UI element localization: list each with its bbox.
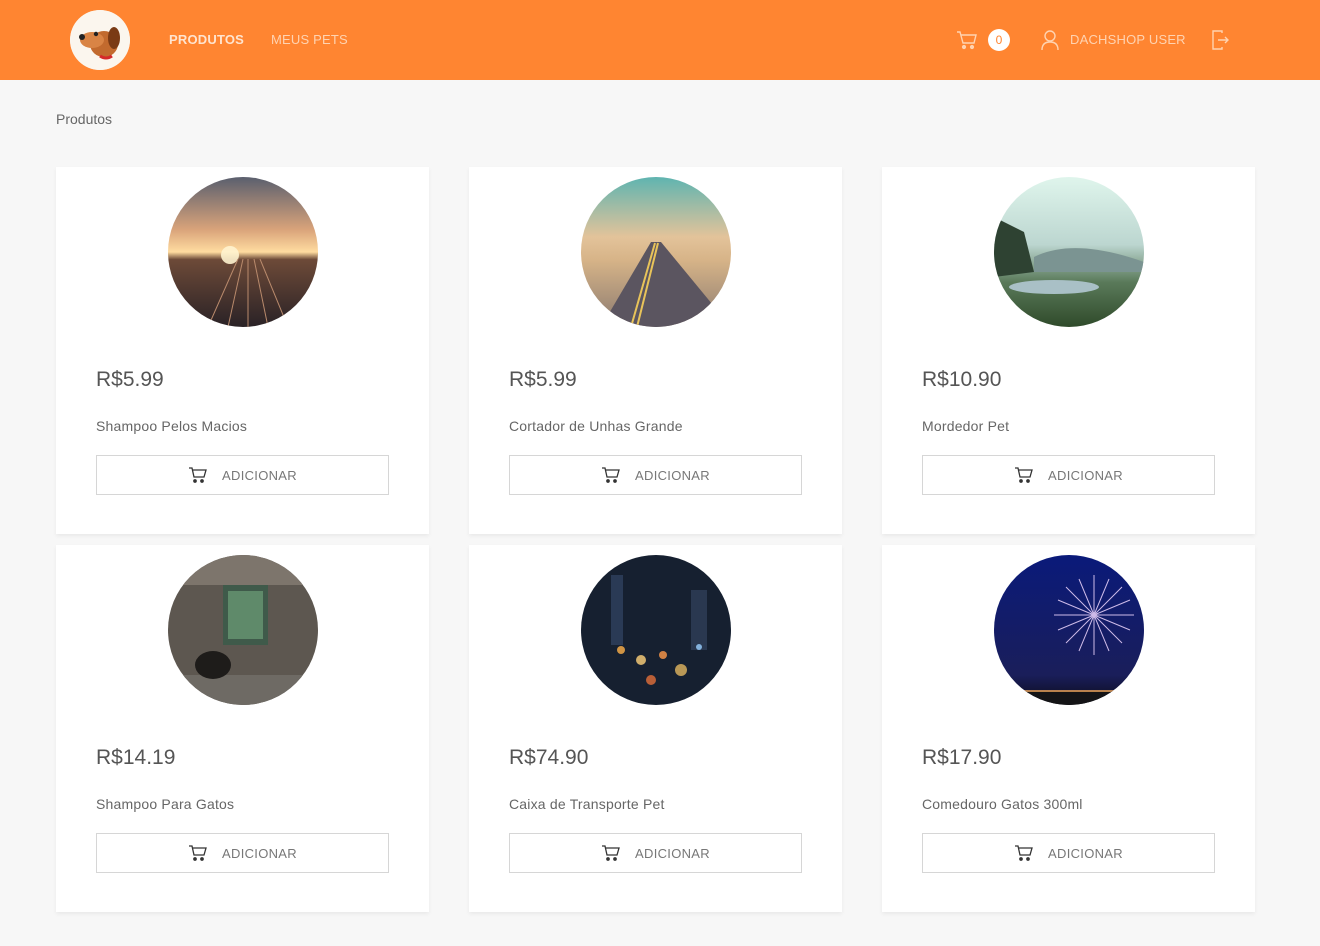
product-image <box>994 555 1144 705</box>
add-button-label: ADICIONAR <box>1048 845 1123 861</box>
add-to-cart-button[interactable]: ADICIONAR <box>96 455 389 495</box>
dachshop-logo[interactable] <box>70 10 130 70</box>
product-image <box>581 555 731 705</box>
add-to-cart-button[interactable]: ADICIONAR <box>922 833 1215 873</box>
logout-icon[interactable] <box>1210 29 1230 51</box>
top-navbar: PRODUTOS MEUS PETS 0 DACHSHOP USER <box>0 0 1320 80</box>
cart-icon <box>602 467 620 483</box>
add-button-label: ADICIONAR <box>1048 467 1123 483</box>
add-button-label: ADICIONAR <box>635 845 710 861</box>
product-price: R$17.90 <box>922 746 1002 769</box>
breadcrumb: Produtos <box>56 111 113 127</box>
product-card: R$5.99 Shampoo Pelos Macios ADICIONAR <box>56 167 429 534</box>
add-button-label: ADICIONAR <box>222 467 297 483</box>
user-icon[interactable] <box>1040 29 1060 51</box>
product-image <box>168 177 318 327</box>
product-name: Caixa de Transporte Pet <box>509 796 665 812</box>
add-to-cart-button[interactable]: ADICIONAR <box>96 833 389 873</box>
product-name: Shampoo Pelos Macios <box>96 418 248 434</box>
user-name[interactable]: DACHSHOP USER <box>1070 32 1186 47</box>
nav-produtos[interactable]: PRODUTOS <box>169 32 244 47</box>
product-name: Comedouro Gatos 300ml <box>922 796 1083 812</box>
product-image <box>168 555 318 705</box>
product-price: R$5.99 <box>96 368 164 391</box>
product-price: R$10.90 <box>922 368 1002 391</box>
product-name: Mordedor Pet <box>922 418 1010 434</box>
add-button-label: ADICIONAR <box>222 845 297 861</box>
nav-meus-pets[interactable]: MEUS PETS <box>271 32 348 47</box>
cart-icon <box>1015 845 1033 861</box>
product-card: R$74.90 Caixa de Transporte Pet ADICIONA… <box>469 545 842 912</box>
product-card: R$14.19 Shampoo Para Gatos ADICIONAR <box>56 545 429 912</box>
product-name: Cortador de Unhas Grande <box>509 418 683 434</box>
product-name: Shampoo Para Gatos <box>96 796 235 812</box>
cart-icon[interactable] <box>956 29 978 51</box>
add-to-cart-button[interactable]: ADICIONAR <box>509 833 802 873</box>
product-card: R$10.90 Mordedor Pet ADICIONAR <box>882 167 1255 534</box>
add-to-cart-button[interactable]: ADICIONAR <box>922 455 1215 495</box>
add-to-cart-button[interactable]: ADICIONAR <box>509 455 802 495</box>
cart-count-badge[interactable]: 0 <box>988 29 1010 51</box>
product-price: R$74.90 <box>509 746 589 769</box>
product-card: R$17.90 Comedouro Gatos 300ml ADICIONAR <box>882 545 1255 912</box>
product-image <box>994 177 1144 327</box>
product-card: R$5.99 Cortador de Unhas Grande ADICIONA… <box>469 167 842 534</box>
cart-icon <box>1015 467 1033 483</box>
product-price: R$14.19 <box>96 746 176 769</box>
cart-icon <box>602 845 620 861</box>
cart-icon <box>189 467 207 483</box>
cart-icon <box>189 845 207 861</box>
product-price: R$5.99 <box>509 368 577 391</box>
product-image <box>581 177 731 327</box>
add-button-label: ADICIONAR <box>635 467 710 483</box>
